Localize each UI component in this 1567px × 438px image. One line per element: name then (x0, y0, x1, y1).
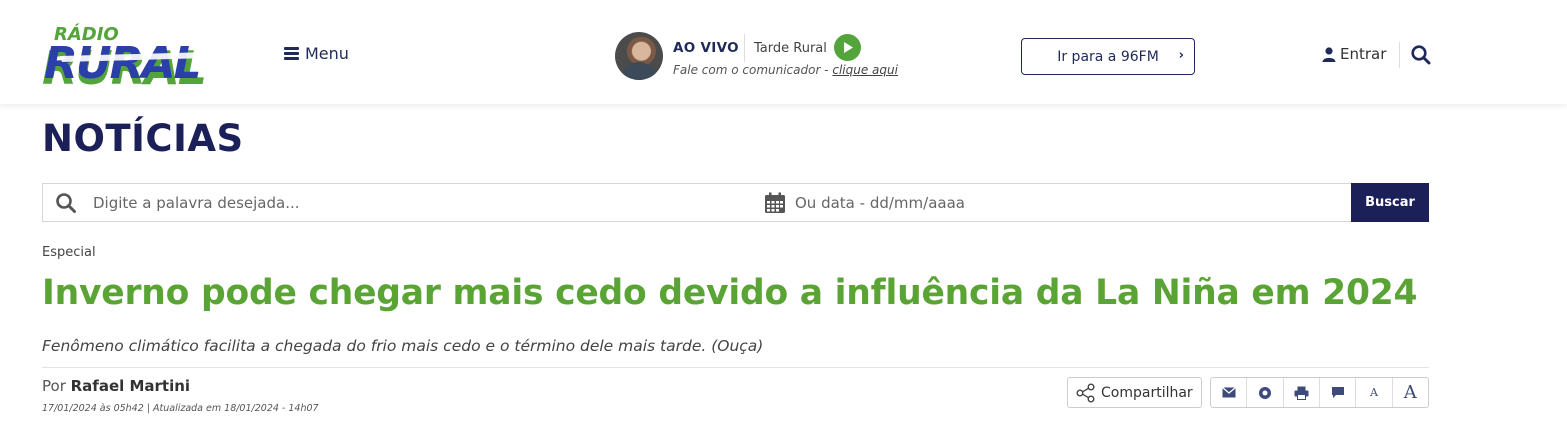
share-button[interactable]: Compartilhar (1067, 377, 1202, 408)
play-icon (843, 42, 853, 53)
chevron-right-icon: › (1178, 48, 1184, 63)
search-submit-button[interactable]: Buscar (1351, 183, 1429, 222)
search-icon[interactable] (1410, 44, 1432, 66)
increase-font-button[interactable]: A (1393, 378, 1428, 407)
author-name[interactable]: Rafael Martini (71, 377, 190, 395)
article-subtitle: Fenômeno climático facilita a chegada do… (42, 337, 764, 355)
menu-button[interactable]: Menu (284, 44, 349, 63)
date-search-input[interactable] (795, 184, 1345, 221)
live-label: AO VIVO (673, 40, 739, 56)
article-category[interactable]: Especial (42, 245, 96, 260)
share-label: Compartilhar (1101, 384, 1193, 401)
comment-icon (1331, 387, 1344, 398)
menu-label: Menu (305, 44, 349, 63)
calendar-icon[interactable] (764, 192, 786, 214)
decrease-font-button[interactable]: A (1356, 378, 1393, 407)
envelope-icon (1221, 387, 1236, 398)
article-headline: Inverno pode chegar mais cedo devido a i… (42, 273, 1418, 313)
fm-button-label: Ir para a 96FM (1057, 48, 1159, 65)
article-byline: Por Rafael Martini (42, 377, 191, 395)
print-button[interactable] (1284, 378, 1320, 407)
login-button[interactable]: Entrar (1322, 45, 1386, 63)
contact-host-link[interactable]: clique aqui (832, 63, 898, 77)
hamburger-icon (284, 47, 299, 60)
go-to-96fm-button[interactable]: Ir para a 96FM › (1021, 38, 1195, 75)
circle-save-icon (1258, 386, 1271, 399)
search-icon (56, 193, 76, 213)
save-button[interactable] (1247, 378, 1284, 407)
email-button[interactable] (1211, 378, 1248, 407)
radio-rural-logo[interactable]: RÁDIO RURAL RURAL (40, 22, 215, 95)
comments-button[interactable] (1320, 378, 1357, 407)
printer-icon (1294, 386, 1309, 400)
share-icon (1076, 383, 1095, 402)
play-button[interactable] (834, 34, 861, 61)
divider (1399, 42, 1400, 68)
live-player: AO VIVO Tarde Rural Fale com o comunicad… (615, 32, 935, 80)
contact-host-text: Fale com o comunicador - clique aqui (673, 63, 898, 77)
site-header: RÁDIO RURAL RURAL Menu AO VIVO Tarde Rur… (0, 0, 1567, 104)
program-name: Tarde Rural (754, 41, 827, 56)
page-title: NOTÍCIAS (42, 117, 244, 160)
news-search-bar: Buscar (42, 183, 1429, 222)
article-tools: A A (1210, 377, 1429, 408)
host-avatar (615, 32, 663, 80)
login-label: Entrar (1340, 45, 1387, 63)
logo-main-text: RURAL (44, 38, 200, 89)
user-icon (1322, 46, 1336, 62)
article-dates: 17/01/2024 às 05h42 | Atualizada em 18/0… (42, 403, 319, 414)
keyword-search-input[interactable] (93, 184, 753, 221)
divider (42, 367, 1429, 368)
divider (744, 34, 745, 62)
